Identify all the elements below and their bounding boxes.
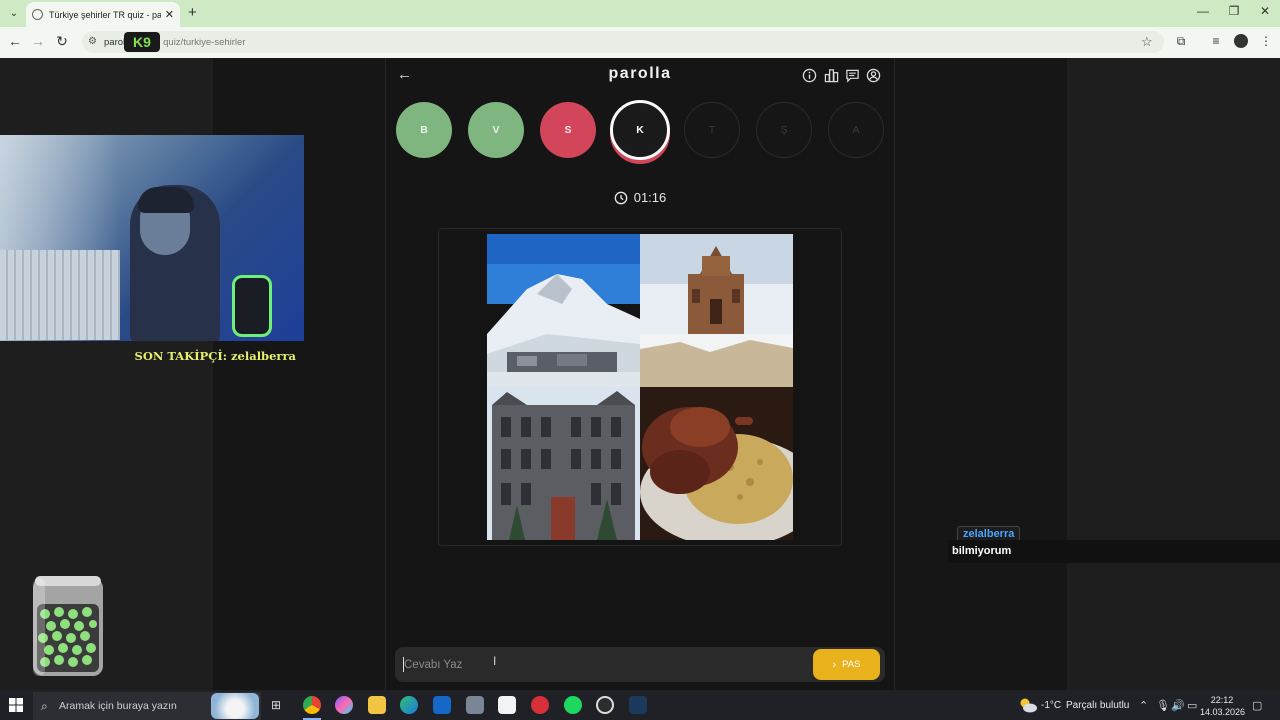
stream-right-panel [1067,58,1280,690]
leaderboard-icon[interactable] [824,68,839,83]
media-app-icon[interactable] [531,696,549,714]
tab-close-icon[interactable]: ✕ [165,8,174,21]
file-explorer-icon[interactable] [368,696,386,714]
letter-circle: S [540,102,596,158]
chat-message: bilmiyorum [948,540,1280,563]
letter-circle: A [828,102,884,158]
tab-title: Türkiye şehirler ТR quiz - parolla [49,9,161,20]
weather-partly-cloudy-icon[interactable] [1018,697,1038,713]
letter-circle: B [396,102,452,158]
quiz-back-button[interactable]: ← [397,66,412,83]
weather-description: Parçalı bulutlu [1066,700,1130,711]
search-icon: ⌕ [41,699,48,713]
browser-tab[interactable]: Türkiye şehirler ТR quiz - parolla ✕ [26,2,180,27]
tab-search-icon[interactable]: ⌄ [6,6,22,22]
volume-icon[interactable]: 🔊 [1171,699,1185,712]
webcam-feed [0,135,304,341]
weather-temperature: -1°C [1041,700,1062,711]
feedback-icon[interactable] [845,68,860,83]
pass-button-label: PAS [842,659,861,670]
overlay-logo: K9 [124,32,160,52]
spotify-app-icon[interactable] [564,696,582,714]
clock-icon [614,191,628,204]
copilot-app-icon[interactable] [335,696,353,714]
outlook-app-icon[interactable] [433,696,451,714]
timer-value: 01:16 [633,190,667,205]
back-arrow-icon[interactable]: ← [5,33,25,49]
clue-image-snowy-mountain [487,234,640,387]
url-path: quiz/turkiye-sehirler [163,36,246,48]
app-brand-title: parolla [608,65,672,82]
obs-app-icon[interactable] [596,696,614,714]
notepad-app-icon[interactable] [466,696,484,714]
window-close-icon[interactable]: ✕ [1254,4,1276,18]
chevron-right-icon: › [832,658,837,671]
page-margin-right [895,58,1067,690]
microphone-icon[interactable]: 🎙 [1156,699,1170,712]
url-host: parol [104,36,126,48]
windows-start-icon[interactable] [9,698,23,712]
user-account-icon[interactable] [866,68,881,83]
mouse-ibeam-cursor-icon: I [493,654,497,668]
profile-avatar[interactable] [1234,34,1248,48]
clue-image-goose-dish [640,387,793,540]
letter-circle: V [468,102,524,158]
extensions-icon[interactable]: ⧉ [1172,34,1190,49]
letter-circle-active: K [610,100,670,160]
clue-image-stone-building [487,387,640,540]
store-app-icon[interactable] [498,696,516,714]
search-highlight-image[interactable] [211,693,259,719]
taskbar-search-placeholder: Aramak için buraya yazın [59,700,177,712]
clover-jar-image [33,576,103,676]
reload-icon[interactable]: ↻ [52,33,72,50]
last-follower-label: SON TAKİPÇİ: zelalberra [134,349,296,363]
forward-arrow-icon[interactable]: → [28,33,48,49]
tray-overflow-icon[interactable]: ⌃ [1139,699,1148,712]
bookmark-star-icon[interactable]: ☆ [1141,34,1153,50]
letter-circle: T [684,102,740,158]
clock-date[interactable]: 14.03.2026 [1200,707,1245,717]
letter-circle: Ş [756,102,812,158]
network-icon[interactable]: ▭ [1187,699,1197,712]
countdown-timer: 01:16 [600,190,680,205]
address-bar[interactable]: parol quiz/turkiye-sehirler [82,31,1164,53]
edge-app-icon[interactable] [400,696,418,714]
notifications-icon[interactable]: ▢ [1252,699,1262,712]
tab-favicon-icon [32,9,43,20]
info-icon[interactable] [802,68,817,83]
media-control-icon[interactable]: ≡ [1207,34,1225,48]
site-settings-icon[interactable]: ⚙ [88,36,97,47]
minimize-icon[interactable]: — [1192,4,1214,18]
chrome-app-icon[interactable] [303,696,321,714]
steam-app-icon[interactable] [629,696,647,714]
answer-input[interactable] [404,656,804,674]
restore-icon[interactable]: ❐ [1223,4,1245,18]
clock-time[interactable]: 22:12 [1204,695,1240,705]
browser-menu-icon[interactable]: ⋮ [1257,34,1275,48]
clue-image-ruined-church [640,234,793,387]
new-tab-button[interactable]: + [188,4,197,21]
text-caret [403,657,404,672]
pass-button[interactable]: › PAS [813,649,880,680]
task-view-icon[interactable]: ⊞ [271,698,281,712]
